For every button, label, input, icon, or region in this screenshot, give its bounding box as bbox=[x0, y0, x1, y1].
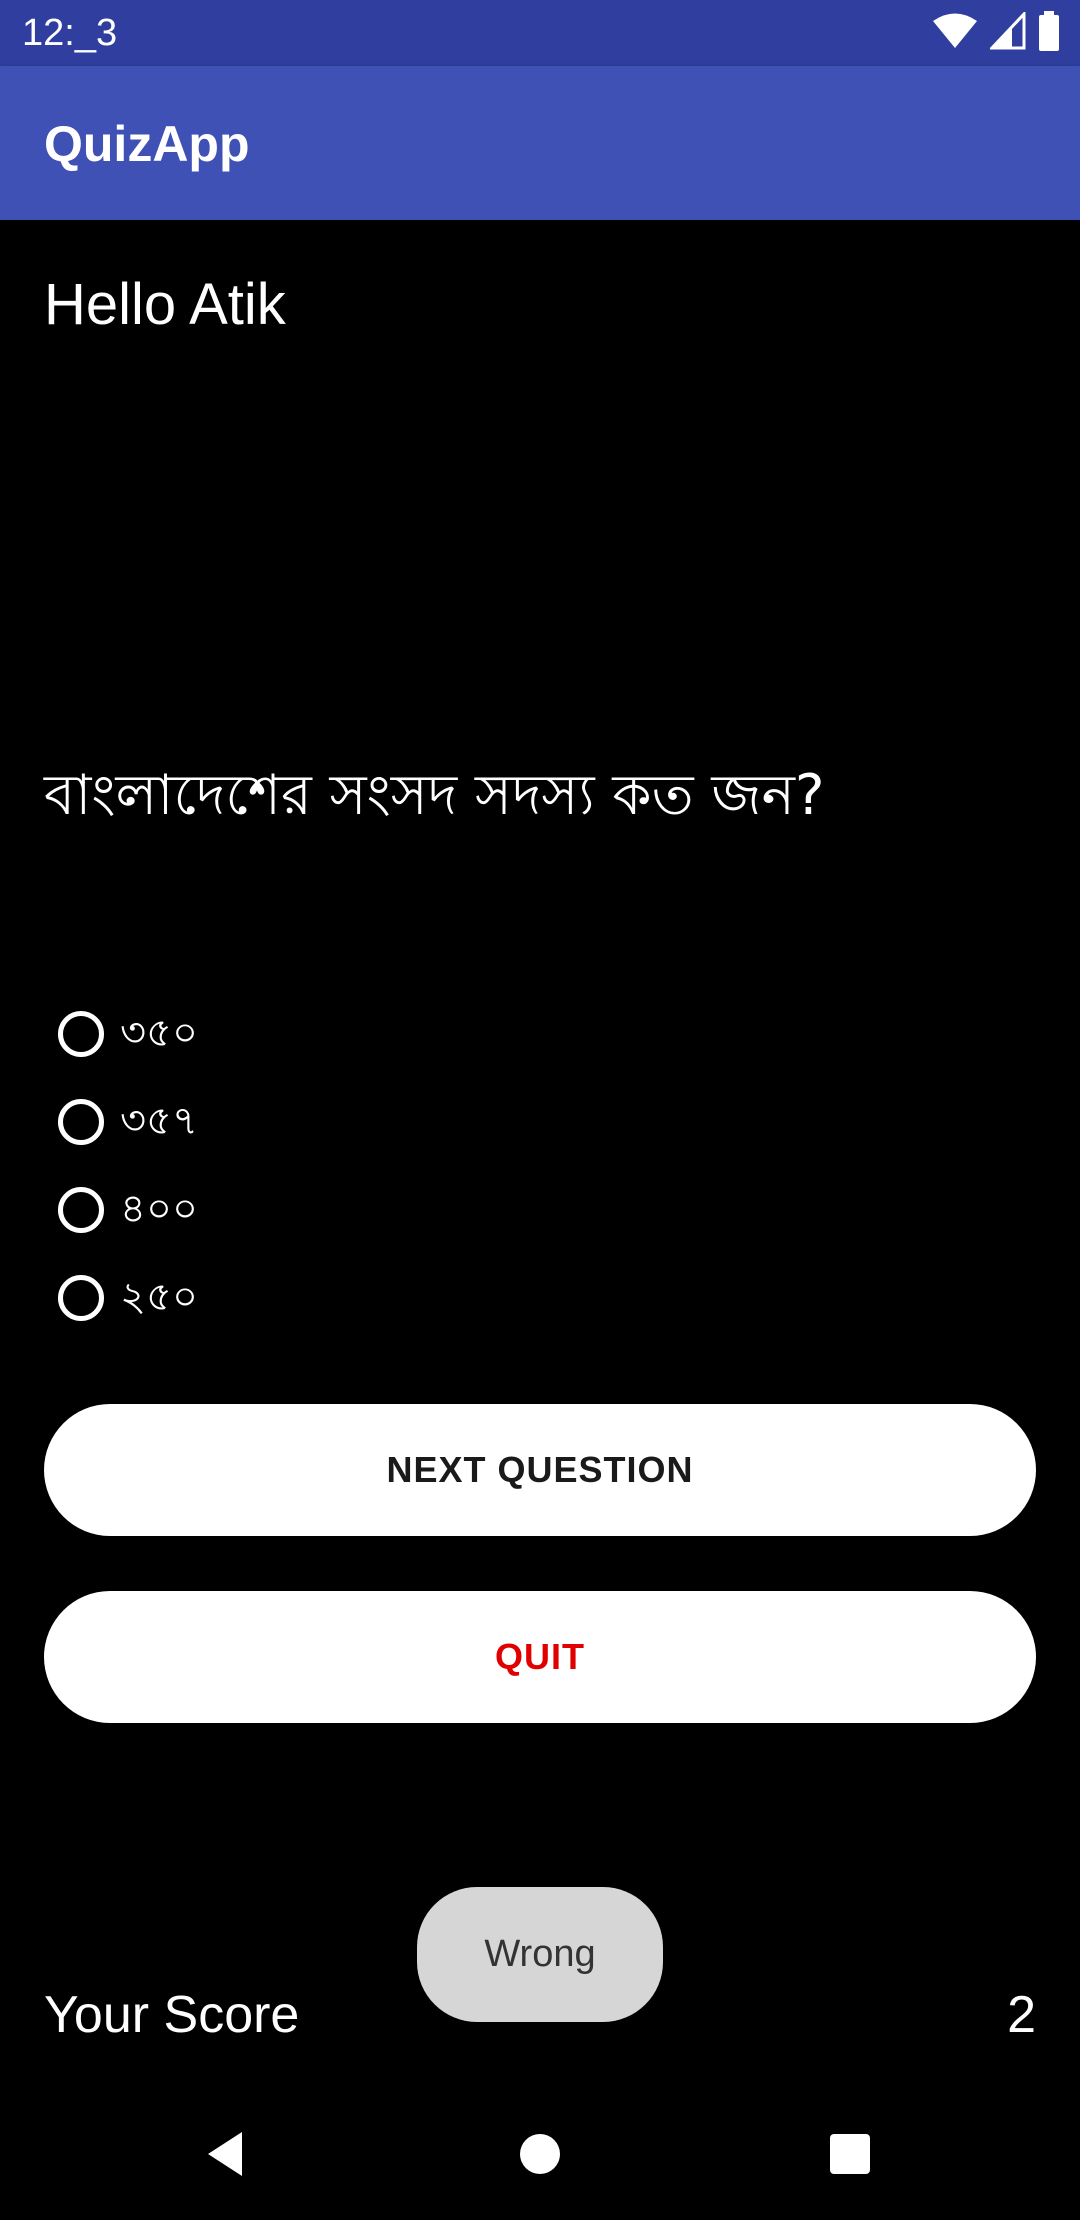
quiz-screen: 12:_3 QuizApp Hello Atik বাংলাদেশের সংসদ… bbox=[0, 0, 1080, 2220]
greeting-text: Hello Atik bbox=[44, 272, 286, 337]
score-label: Your Score bbox=[44, 1986, 300, 2044]
radio-button-icon[interactable] bbox=[58, 1187, 104, 1233]
radio-button-icon[interactable] bbox=[58, 1099, 104, 1145]
next-question-button[interactable]: NEXT QUESTION bbox=[44, 1404, 1036, 1536]
battery-icon bbox=[1038, 10, 1060, 56]
status-time: 12:_3 bbox=[22, 12, 118, 54]
answer-option-4[interactable]: ২৫০ bbox=[58, 1254, 198, 1342]
answer-option-3[interactable]: ৪০০ bbox=[58, 1166, 198, 1254]
status-bar: 12:_3 bbox=[0, 0, 1080, 66]
score-value: 2 bbox=[1007, 1986, 1036, 2044]
navigation-bar bbox=[0, 2088, 1080, 2220]
app-title: QuizApp bbox=[44, 116, 250, 172]
answer-option-label: ২৫০ bbox=[120, 1273, 198, 1320]
question-text: বাংলাদেশের সংসদ সদস্য কত জন? bbox=[44, 763, 825, 828]
answer-option-label: ৩৫৭ bbox=[120, 1097, 198, 1144]
answer-option-label: ৪০০ bbox=[120, 1185, 198, 1232]
signal-icon bbox=[988, 9, 1026, 55]
radio-button-icon[interactable] bbox=[58, 1011, 104, 1057]
answer-radio-group: ৩৫০ ৩৫৭ ৪০০ ২৫০ bbox=[58, 990, 198, 1342]
back-icon[interactable] bbox=[187, 2114, 267, 2194]
answer-option-label: ৩৫০ bbox=[120, 1009, 198, 1056]
quit-button[interactable]: QUIT bbox=[44, 1591, 1036, 1723]
recents-icon[interactable] bbox=[810, 2114, 890, 2194]
app-bar: QuizApp bbox=[0, 66, 1080, 220]
wifi-icon bbox=[932, 12, 978, 55]
status-icons bbox=[932, 9, 1060, 56]
radio-button-icon[interactable] bbox=[58, 1275, 104, 1321]
answer-option-2[interactable]: ৩৫৭ bbox=[58, 1078, 198, 1166]
home-icon[interactable] bbox=[500, 2114, 580, 2194]
toast-message: Wrong bbox=[417, 1887, 663, 2022]
answer-option-1[interactable]: ৩৫০ bbox=[58, 990, 198, 1078]
